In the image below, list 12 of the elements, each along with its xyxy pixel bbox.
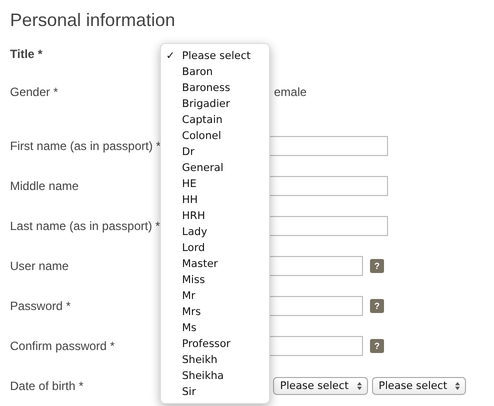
check-icon: ✓ [166, 48, 177, 64]
field-label: Middle name [10, 179, 80, 193]
field-label: Last name (as in passport) * [10, 219, 162, 233]
field-label: Confirm password * [10, 339, 116, 353]
field-label: Password * [10, 299, 72, 313]
section-heading: Personal information [10, 9, 176, 31]
field-label: Title * [10, 47, 44, 61]
radio-label: emale [274, 85, 307, 99]
field-label: Gender * [10, 85, 60, 99]
field-label: Date of birth * [10, 379, 84, 393]
field-label: User name [10, 259, 70, 273]
field-label: First name (as in passport) * [10, 139, 162, 153]
